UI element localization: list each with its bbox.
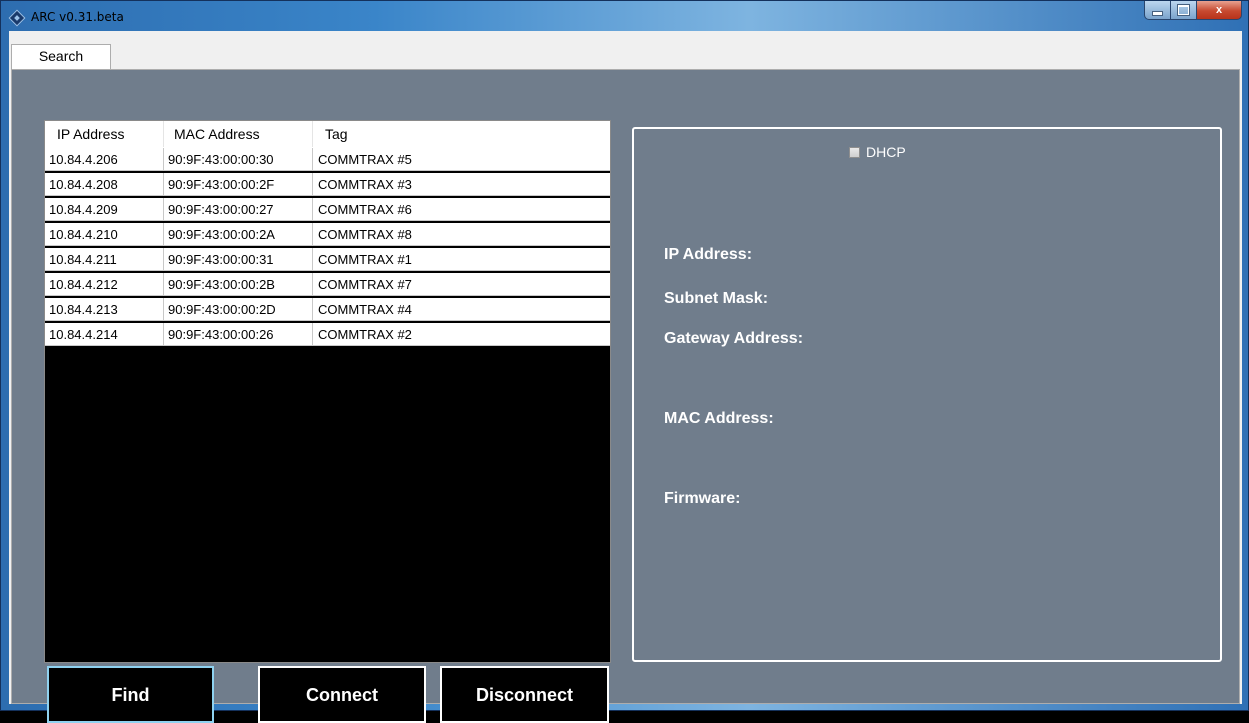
maximize-icon xyxy=(1178,5,1189,15)
column-header-tag[interactable]: Tag xyxy=(313,121,610,147)
tab-search[interactable]: Search xyxy=(11,44,111,69)
mac-address-label: MAC Address: xyxy=(664,410,774,427)
window-controls: x xyxy=(1144,1,1242,21)
close-button[interactable]: x xyxy=(1197,1,1242,20)
cell-ip: 10.84.4.214 xyxy=(45,323,164,346)
app-icon xyxy=(8,9,26,27)
checkbox-box[interactable] xyxy=(849,146,860,158)
close-icon: x xyxy=(1215,4,1223,16)
cell-ip: 10.84.4.212 xyxy=(45,273,164,296)
cell-tag: COMMTRAX #3 xyxy=(318,177,412,192)
find-button[interactable]: Find xyxy=(47,666,214,723)
maximize-button[interactable] xyxy=(1171,1,1197,20)
firmware-label: Firmware: xyxy=(664,490,741,507)
cell-mac: 90:9F:43:00:00:26 xyxy=(164,323,313,346)
cell-tag: COMMTRAX #4 xyxy=(318,302,412,317)
table-row[interactable]: 10.84.4.210 90:9F:43:00:00:2A COMMTRAX #8 xyxy=(45,223,610,246)
search-tab-panel: IP Address MAC Address Tag 10.84.4.206 90… xyxy=(11,69,1240,723)
table-row[interactable]: 10.84.4.213 90:9F:43:00:00:2D COMMTRAX #4 xyxy=(45,298,610,321)
disconnect-button[interactable]: Disconnect xyxy=(440,666,609,723)
cell-mac: 90:9F:43:00:00:2B xyxy=(164,273,313,296)
minimize-button[interactable] xyxy=(1144,1,1171,20)
table-row[interactable]: 10.84.4.209 90:9F:43:00:00:27 COMMTRAX #6 xyxy=(45,198,610,221)
cell-ip: 10.84.4.209 xyxy=(45,198,164,221)
cell-tag: COMMTRAX #2 xyxy=(318,327,412,342)
cell-tag: COMMTRAX #1 xyxy=(318,252,412,267)
client-area: Search IP Address MAC Address Tag 10.84.… xyxy=(9,31,1242,723)
cell-ip: 10.84.4.213 xyxy=(45,298,164,321)
table-row[interactable]: 10.84.4.214 90:9F:43:00:00:26 COMMTRAX #2 xyxy=(45,323,610,346)
cell-tag: COMMTRAX #8 xyxy=(318,227,412,242)
window-title: ARC v0.31.beta xyxy=(31,10,124,24)
dhcp-checkbox[interactable]: DHCP xyxy=(849,144,906,160)
connect-button[interactable]: Connect xyxy=(258,666,426,723)
ip-address-label: IP Address: xyxy=(664,246,753,263)
cell-mac: 90:9F:43:00:00:2D xyxy=(164,298,313,321)
title-bar[interactable]: ARC v0.31.beta x xyxy=(1,1,1248,31)
list-header: IP Address MAC Address Tag xyxy=(45,121,610,148)
cell-tag: COMMTRAX #5 xyxy=(318,152,412,167)
cell-mac: 90:9F:43:00:00:2F xyxy=(164,173,313,196)
device-details-group: DHCP IP Address: Subnet Mask: Gateway Ad… xyxy=(632,127,1222,662)
cell-tag: COMMTRAX #7 xyxy=(318,277,412,292)
cell-ip: 10.84.4.206 xyxy=(45,148,164,171)
cell-mac: 90:9F:43:00:00:2A xyxy=(164,223,313,246)
cell-mac: 90:9F:43:00:00:31 xyxy=(164,248,313,271)
column-header-ip[interactable]: IP Address xyxy=(45,121,164,147)
cell-tag: COMMTRAX #6 xyxy=(318,202,412,217)
table-row[interactable]: 10.84.4.212 90:9F:43:00:00:2B COMMTRAX #7 xyxy=(45,273,610,296)
cell-ip: 10.84.4.210 xyxy=(45,223,164,246)
cell-mac: 90:9F:43:00:00:30 xyxy=(164,148,313,171)
cell-ip: 10.84.4.211 xyxy=(45,248,164,271)
table-row[interactable]: 10.84.4.211 90:9F:43:00:00:31 COMMTRAX #1 xyxy=(45,248,610,271)
dhcp-label: DHCP xyxy=(866,144,906,160)
table-row[interactable]: 10.84.4.208 90:9F:43:00:00:2F COMMTRAX #3 xyxy=(45,173,610,196)
device-list[interactable]: IP Address MAC Address Tag 10.84.4.206 90… xyxy=(44,120,611,663)
table-row[interactable]: 10.84.4.206 90:9F:43:00:00:30 COMMTRAX #5 xyxy=(45,148,610,171)
cell-ip: 10.84.4.208 xyxy=(45,173,164,196)
app-window: ARC v0.31.beta x Search IP Address MAC A… xyxy=(0,0,1249,723)
subnet-mask-label: Subnet Mask: xyxy=(664,290,769,307)
column-header-mac[interactable]: MAC Address xyxy=(164,121,313,147)
gateway-address-label: Gateway Address: xyxy=(664,330,804,347)
cell-mac: 90:9F:43:00:00:27 xyxy=(164,198,313,221)
minimize-icon xyxy=(1152,10,1163,16)
